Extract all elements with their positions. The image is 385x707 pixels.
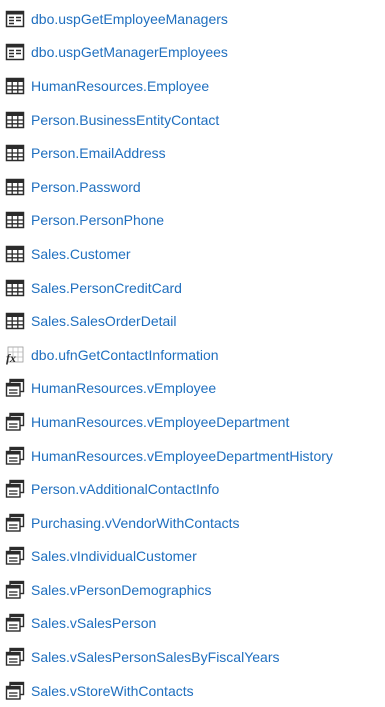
list-item: dbo.uspGetEmployeeManagers [0,2,385,36]
object-link[interactable]: Sales.vIndividualCustomer [31,548,197,564]
list-item: Sales.vStoreWithContacts [0,674,385,707]
list-item: HumanResources.vEmployeeDepartment [0,405,385,439]
list-item: Sales.vSalesPerson [0,607,385,641]
view-icon [5,513,25,533]
object-link[interactable]: HumanResources.vEmployeeDepartment [31,414,289,430]
view-icon [5,479,25,499]
object-link[interactable]: Person.PersonPhone [31,212,164,228]
list-item: Sales.vSalesPersonSalesByFiscalYears [0,640,385,674]
view-icon [5,580,25,600]
list-item: dbo.uspGetManagerEmployees [0,36,385,70]
table-icon [5,311,25,331]
table-icon [5,244,25,264]
list-item: HumanResources.Employee [0,69,385,103]
object-link[interactable]: Sales.vSalesPerson [31,615,156,631]
list-item: Sales.PersonCreditCard [0,271,385,305]
object-link[interactable]: HumanResources.vEmployee [31,380,216,396]
view-icon [5,613,25,633]
object-link[interactable]: Person.BusinessEntityContact [31,112,219,128]
object-link[interactable]: Purchasing.vVendorWithContacts [31,515,240,531]
list-item: Purchasing.vVendorWithContacts [0,506,385,540]
object-link[interactable]: Sales.SalesOrderDetail [31,313,177,329]
svg-text:fx: fx [6,351,16,365]
list-item: Sales.vPersonDemographics [0,573,385,607]
view-icon [5,546,25,566]
function-icon: fx [5,345,25,365]
table-icon [5,177,25,197]
object-link[interactable]: Person.vAdditionalContactInfo [31,481,219,497]
table-icon [5,110,25,130]
object-link[interactable]: Sales.Customer [31,246,131,262]
list-item: Person.vAdditionalContactInfo [0,472,385,506]
list-item: Person.BusinessEntityContact [0,103,385,137]
list-item: fx dbo.ufnGetContactInformation [0,338,385,372]
stored-procedure-icon [5,9,25,29]
object-link[interactable]: dbo.uspGetManagerEmployees [31,44,228,60]
list-item: Person.PersonPhone [0,204,385,238]
table-icon [5,76,25,96]
list-item: Person.EmailAddress [0,136,385,170]
object-link[interactable]: dbo.ufnGetContactInformation [31,347,219,363]
list-item: Sales.Customer [0,237,385,271]
object-link[interactable]: Person.EmailAddress [31,145,166,161]
object-link[interactable]: Sales.PersonCreditCard [31,280,182,296]
table-icon [5,143,25,163]
list-item: HumanResources.vEmployee [0,372,385,406]
object-link[interactable]: Sales.vSalesPersonSalesByFiscalYears [31,649,280,665]
table-icon [5,210,25,230]
object-link[interactable]: HumanResources.vEmployeeDepartmentHistor… [31,448,333,464]
list-item: HumanResources.vEmployeeDepartmentHistor… [0,439,385,473]
object-link[interactable]: dbo.uspGetEmployeeManagers [31,11,228,27]
table-icon [5,278,25,298]
object-link[interactable]: Person.Password [31,179,141,195]
list-item: Person.Password [0,170,385,204]
view-icon [5,412,25,432]
list-item: Sales.SalesOrderDetail [0,304,385,338]
view-icon [5,647,25,667]
object-link[interactable]: HumanResources.Employee [31,78,209,94]
view-icon [5,378,25,398]
view-icon [5,446,25,466]
object-link[interactable]: Sales.vPersonDemographics [31,582,212,598]
dependency-list: dbo.uspGetEmployeeManagers dbo.uspGetMan… [0,0,385,707]
stored-procedure-icon [5,42,25,62]
list-item: Sales.vIndividualCustomer [0,540,385,574]
